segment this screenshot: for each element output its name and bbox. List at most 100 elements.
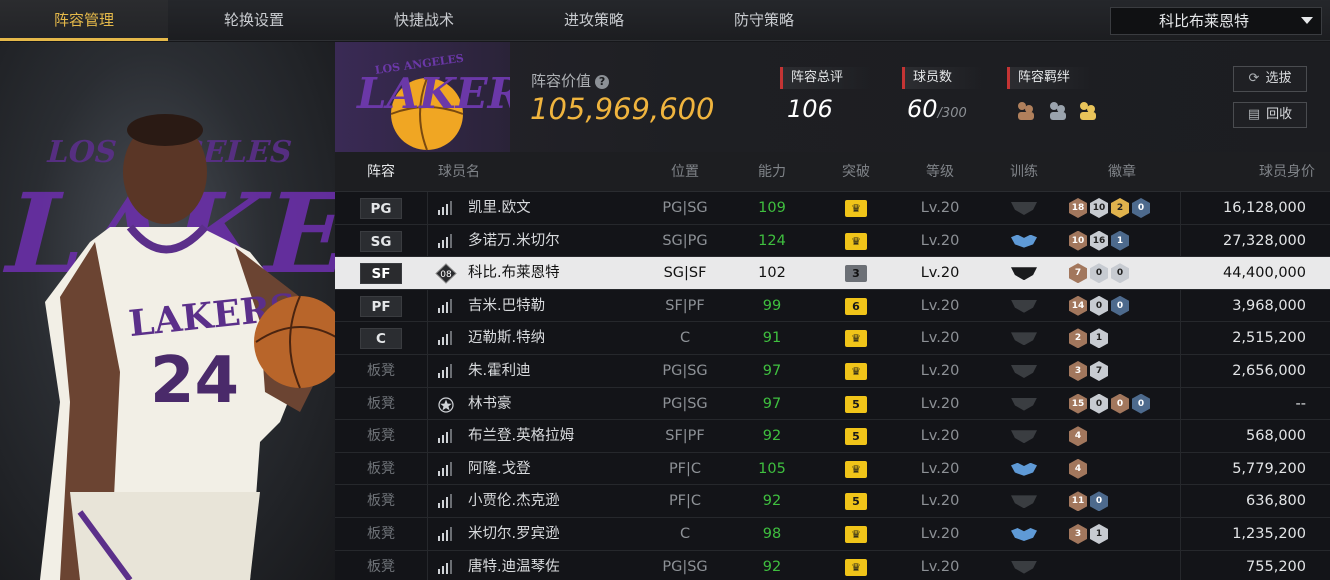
player-position: SG|SF bbox=[663, 265, 707, 282]
table-row[interactable]: 板凳 朱.霍利迪 PG|SG 97 ♛ Lv.20 3 7 2,656,000 bbox=[335, 355, 1330, 388]
pick-button[interactable]: ⟳ 选拔 bbox=[1233, 66, 1307, 92]
col-name[interactable]: 球员名 bbox=[438, 152, 488, 192]
badge-hex: 0 bbox=[1090, 295, 1108, 316]
player-level: Lv.20 bbox=[920, 232, 960, 249]
bond-icons[interactable] bbox=[1015, 99, 1105, 123]
player-value: 636,800 bbox=[1246, 493, 1306, 510]
badge-hex: 1 bbox=[1090, 524, 1108, 544]
signal-bars-icon bbox=[438, 201, 452, 215]
col-training[interactable]: 训练 bbox=[982, 152, 1066, 192]
bench-slot[interactable]: 板凳 bbox=[335, 551, 427, 580]
player-ability: 105 bbox=[758, 460, 786, 477]
position-slot[interactable]: PF bbox=[360, 295, 402, 317]
lineup-screen: 阵容管理 轮换设置 快捷战术 进攻策略 防守策略 科比布莱恩特 LOS ANGE… bbox=[0, 0, 1330, 580]
tab-lineup[interactable]: 阵容管理 bbox=[0, 0, 168, 41]
position-slot[interactable]: PG bbox=[360, 198, 402, 219]
player-table: PG 凯里.欧文 PG|SG 109 ♛ Lv.20 18 10 2 0 16,128,000 SG 多… bbox=[335, 192, 1330, 580]
tab-defense[interactable]: 防守策略 bbox=[680, 0, 848, 41]
stat-rating-value: 106 bbox=[787, 95, 833, 123]
col-level[interactable]: 等级 bbox=[898, 152, 982, 192]
training-icon[interactable] bbox=[1011, 430, 1037, 444]
training-icon[interactable] bbox=[1011, 365, 1037, 378]
table-row[interactable]: PF 吉米.巴特勒 SF|PF 99 6 Lv.20 14 0 0 3,968,000 bbox=[335, 290, 1330, 323]
crown-icon: ♛ bbox=[845, 363, 867, 380]
table-row[interactable]: 板凳 唐特.迪温琴佐 PG|SG 92 ♛ Lv.20 755,200 bbox=[335, 551, 1330, 580]
breakthrough-badge: 5 bbox=[845, 428, 867, 446]
bench-slot[interactable]: 板凳 bbox=[335, 453, 427, 485]
position-slot[interactable]: SF bbox=[360, 263, 402, 285]
star-icon bbox=[438, 396, 454, 413]
training-icon[interactable] bbox=[1011, 202, 1037, 215]
badge-hex: 0 bbox=[1132, 198, 1150, 218]
bench-slot[interactable]: 板凳 bbox=[335, 485, 427, 517]
player-position: SF|PF bbox=[665, 297, 705, 314]
col-breakthrough[interactable]: 突破 bbox=[814, 152, 898, 192]
badge-hex: 11 bbox=[1069, 491, 1087, 512]
col-lineup[interactable]: 阵容 bbox=[335, 152, 427, 192]
col-position[interactable]: 位置 bbox=[640, 152, 730, 192]
crown-icon: ♛ bbox=[845, 330, 867, 348]
badge-hex: 2 bbox=[1111, 198, 1129, 218]
badge-hex: 3 bbox=[1069, 361, 1087, 381]
table-row[interactable]: 板凳 小贾伦.杰克逊 PF|C 92 5 Lv.20 11 0 636,800 bbox=[335, 485, 1330, 518]
stat-label-bonds: 阵容羁绊 bbox=[1007, 67, 1093, 89]
crown-icon: ♛ bbox=[845, 460, 867, 478]
bench-slot[interactable]: 板凳 bbox=[335, 518, 427, 550]
tab-quick-tactics[interactable]: 快捷战术 bbox=[340, 0, 508, 41]
player-position: SF|PF bbox=[665, 428, 705, 445]
player-ability: 124 bbox=[758, 232, 786, 249]
table-row[interactable]: PG 凯里.欧文 PG|SG 109 ♛ Lv.20 18 10 2 0 16,128,000 bbox=[335, 192, 1330, 225]
training-icon[interactable] bbox=[1011, 462, 1037, 476]
star-badge-icon: 08 bbox=[435, 263, 457, 284]
player-value: 5,779,200 bbox=[1232, 460, 1306, 477]
col-ability[interactable]: 能力 bbox=[730, 152, 814, 192]
player-position: PG|SG bbox=[662, 363, 708, 379]
badge-hex: 10 bbox=[1090, 198, 1108, 218]
signal-bars-icon bbox=[438, 559, 452, 574]
tab-offense[interactable]: 进攻策略 bbox=[510, 0, 678, 41]
col-badges[interactable]: 徽章 bbox=[1066, 152, 1178, 192]
stat-label-players: 球员数 bbox=[902, 67, 982, 89]
table-row[interactable]: 板凳 米切尔.罗宾逊 C 98 ♛ Lv.20 3 1 1,235,200 bbox=[335, 518, 1330, 551]
training-icon[interactable] bbox=[1011, 560, 1037, 574]
table-row[interactable]: SF 08 科比.布莱恩特 SG|SF 102 3 Lv.20 7 0 0 44,400,000 bbox=[335, 257, 1330, 290]
badge-hex: 18 bbox=[1069, 198, 1087, 218]
training-icon[interactable] bbox=[1011, 299, 1037, 313]
bench-slot[interactable]: 板凳 bbox=[335, 355, 427, 387]
breakthrough-badge: 5 bbox=[845, 493, 867, 511]
bench-slot[interactable]: 板凳 bbox=[335, 420, 427, 452]
signal-bars-icon bbox=[438, 364, 452, 378]
position-slot[interactable]: C bbox=[360, 328, 402, 350]
player-level: Lv.20 bbox=[920, 460, 960, 477]
badge-hex: 0 bbox=[1090, 393, 1108, 414]
team-select[interactable]: 科比布莱恩特 bbox=[1110, 7, 1322, 35]
training-icon[interactable] bbox=[1011, 234, 1037, 248]
col-value[interactable]: 球员身价 bbox=[1205, 152, 1315, 192]
player-name: 多诺万.米切尔 bbox=[468, 232, 560, 249]
table-row[interactable]: C 迈勒斯.特纳 C 91 ♛ Lv.20 2 1 2,515,200 bbox=[335, 322, 1330, 355]
player-name: 米切尔.罗宾逊 bbox=[468, 526, 560, 542]
stat-players-value: 60/300 bbox=[907, 95, 967, 123]
player-ability: 97 bbox=[762, 363, 782, 379]
table-row[interactable]: 板凳 布兰登.英格拉姆 SF|PF 92 5 Lv.20 4 568,000 bbox=[335, 420, 1330, 453]
training-icon[interactable] bbox=[1011, 332, 1037, 346]
tab-rotation[interactable]: 轮换设置 bbox=[170, 0, 338, 41]
table-row[interactable]: 板凳 林书豪 PG|SG 97 5 Lv.20 15 0 0 0 -- bbox=[335, 388, 1330, 421]
table-row[interactable]: 板凳 阿隆.戈登 PF|C 105 ♛ Lv.20 4 5,779,200 bbox=[335, 453, 1330, 486]
position-slot[interactable]: SG bbox=[360, 230, 402, 252]
badge-hex: 4 bbox=[1069, 426, 1087, 447]
training-icon[interactable] bbox=[1011, 397, 1037, 411]
recycle-button[interactable]: ▤ 回收 bbox=[1233, 102, 1307, 128]
bench-slot[interactable]: 板凳 bbox=[335, 388, 427, 420]
badge-hex: 7 bbox=[1069, 263, 1087, 284]
table-row[interactable]: SG 多诺万.米切尔 SG|PG 124 ♛ Lv.20 10 16 1 27,328,000 bbox=[335, 225, 1330, 258]
help-icon[interactable]: ? bbox=[595, 75, 610, 89]
player-ability: 92 bbox=[762, 493, 782, 510]
training-icon[interactable] bbox=[1011, 528, 1037, 541]
player-ability: 97 bbox=[762, 395, 782, 412]
player-name: 凯里.欧文 bbox=[468, 200, 531, 216]
training-icon[interactable] bbox=[1011, 495, 1037, 509]
player-name: 科比.布莱恩特 bbox=[468, 265, 560, 282]
breakthrough-badge: 3 bbox=[845, 265, 867, 283]
training-icon[interactable] bbox=[1011, 267, 1037, 281]
